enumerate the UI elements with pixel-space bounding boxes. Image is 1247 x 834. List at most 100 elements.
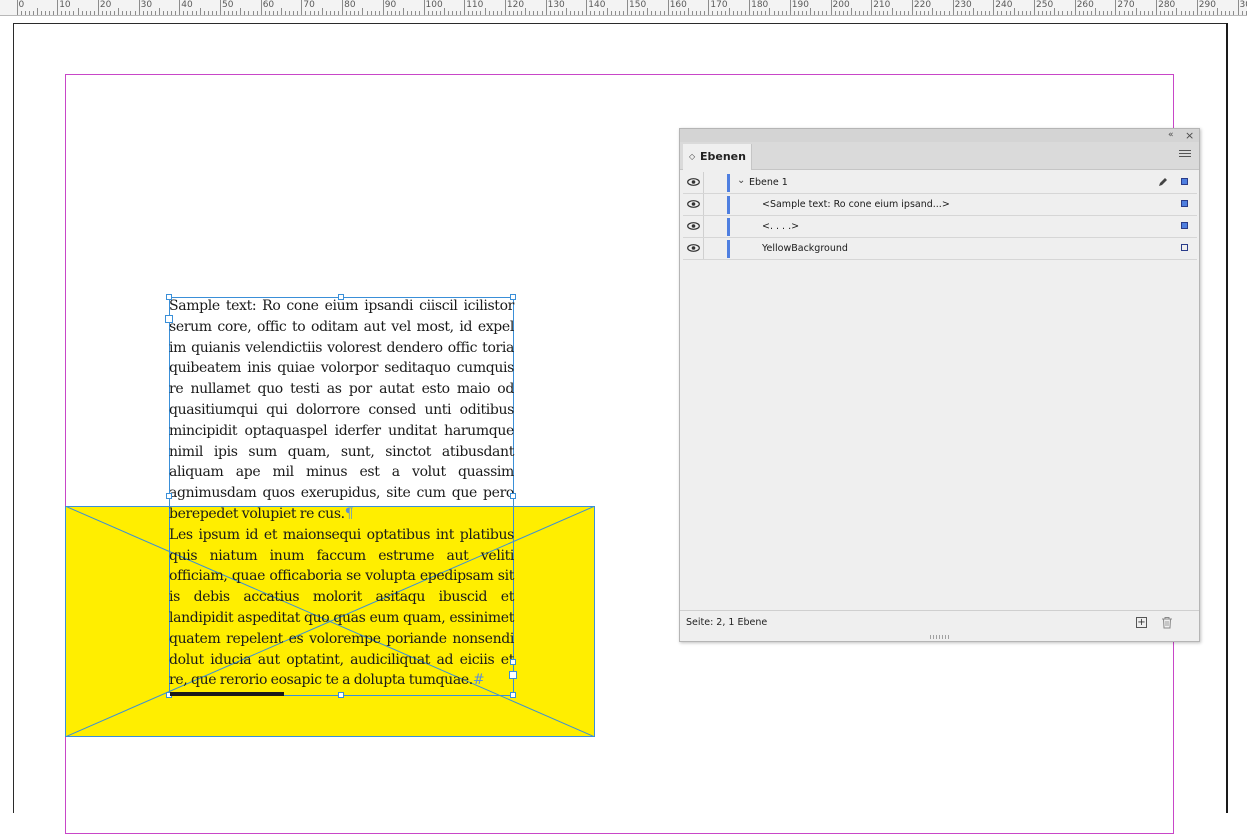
ruler-minor-tick	[688, 8, 689, 15]
ruler-major-tick	[668, 0, 669, 15]
ruler-minor-tick	[53, 11, 54, 15]
handle-middle-right[interactable]	[510, 493, 516, 499]
lock-column[interactable]	[703, 238, 704, 259]
chevron-down-icon[interactable]: ⌄	[737, 175, 745, 186]
ruler-major-tick	[953, 0, 954, 15]
ruler-minor-tick	[69, 11, 70, 15]
text-in-port[interactable]	[165, 315, 173, 323]
ruler-minor-tick	[106, 11, 107, 15]
ruler-minor-tick	[676, 11, 677, 15]
ruler-minor-tick	[949, 11, 950, 15]
handle-top-right[interactable]	[510, 294, 516, 300]
ruler-minor-tick	[741, 11, 742, 15]
layer-row-yellowbackground[interactable]: YellowBackground	[683, 238, 1197, 260]
handle-middle-left[interactable]	[166, 493, 172, 499]
selection-square-icon[interactable]	[1181, 178, 1188, 185]
ruler-minor-tick	[163, 11, 164, 15]
ruler-minor-tick	[367, 11, 368, 15]
ruler-label: 50	[222, 0, 233, 11]
horizontal-ruler[interactable]: 0102030405060708090100110120130140150160…	[0, 0, 1247, 16]
layer-row-dots[interactable]: <. . . .>	[683, 216, 1197, 238]
layers-panel[interactable]: « × ◇ Ebenen ⌄ Ebene 1 <Sample text: Ro …	[679, 128, 1200, 642]
ruler-major-tick	[1115, 0, 1116, 15]
eye-icon[interactable]	[687, 243, 700, 253]
ruler-minor-tick	[403, 8, 404, 15]
layer-name[interactable]: <Sample text: Ro cone eium ipsand...>	[762, 194, 950, 215]
ruler-minor-tick	[647, 8, 648, 15]
ruler-minor-tick	[358, 11, 359, 15]
ruler-minor-tick	[456, 11, 457, 15]
ruler-minor-tick	[1205, 11, 1206, 15]
layer-color-swatch	[727, 174, 730, 192]
collapse-panel-icon[interactable]: «	[1168, 129, 1174, 142]
close-panel-icon[interactable]: ×	[1185, 129, 1194, 142]
tab-options-icon[interactable]: ◇	[689, 144, 695, 170]
eye-icon[interactable]	[687, 199, 700, 209]
layer-name[interactable]: YellowBackground	[762, 238, 848, 259]
selection-square-icon[interactable]	[1181, 244, 1188, 251]
ruler-major-tick	[1197, 0, 1198, 15]
handle-bottom-right[interactable]	[510, 692, 516, 698]
ruler-label: 80	[344, 0, 355, 11]
handle-overset-small[interactable]	[510, 659, 516, 665]
ruler-major-tick	[1156, 0, 1157, 15]
ruler-minor-tick	[143, 11, 144, 15]
ruler-minor-tick	[78, 8, 79, 15]
ruler-minor-tick	[322, 8, 323, 15]
ruler-major-tick	[383, 0, 384, 15]
lock-column[interactable]	[703, 172, 704, 193]
ruler-minor-tick	[525, 8, 526, 15]
page-layer-status: Seite: 2, 1 Ebene	[686, 611, 767, 635]
lock-column[interactable]	[703, 194, 704, 215]
eye-icon[interactable]	[687, 177, 700, 187]
ruler-minor-tick	[509, 11, 510, 15]
ruler-minor-tick	[452, 11, 453, 15]
ruler-minor-tick	[1140, 11, 1141, 15]
ruler-minor-tick	[297, 11, 298, 15]
layer-color-swatch	[727, 240, 730, 258]
text-out-port[interactable]	[509, 671, 517, 679]
tab-ebenen[interactable]: ◇ Ebenen	[683, 144, 752, 170]
ruler-minor-tick	[774, 11, 775, 15]
eye-icon[interactable]	[687, 221, 700, 231]
ruler-minor-tick	[269, 11, 270, 15]
ruler-minor-tick	[1111, 11, 1112, 15]
lock-column[interactable]	[703, 216, 704, 237]
ruler-minor-tick	[782, 11, 783, 15]
ruler-minor-tick	[29, 11, 30, 15]
panel-resize-grip[interactable]	[930, 635, 950, 639]
ruler-minor-tick	[1213, 11, 1214, 15]
ruler-minor-tick	[90, 11, 91, 15]
ruler-minor-tick	[883, 11, 884, 15]
ruler-minor-tick	[330, 11, 331, 15]
ruler-minor-tick	[82, 11, 83, 15]
ruler-minor-tick	[643, 11, 644, 15]
panel-titlebar[interactable]: « ×	[680, 129, 1199, 142]
ruler-minor-tick	[1030, 11, 1031, 15]
ruler-minor-tick	[1229, 11, 1230, 15]
layer-name[interactable]: Ebene 1	[749, 172, 788, 193]
ruler-minor-tick	[244, 11, 245, 15]
ruler-minor-tick	[558, 11, 559, 15]
handle-bottom-center[interactable]	[338, 692, 344, 698]
ruler-minor-tick	[806, 11, 807, 15]
new-layer-icon[interactable]: +	[1136, 617, 1147, 628]
pen-icon	[1157, 176, 1169, 188]
ruler-minor-tick	[118, 8, 119, 15]
selection-square-icon[interactable]	[1181, 222, 1188, 229]
handle-top-center[interactable]	[338, 294, 344, 300]
trash-icon[interactable]	[1161, 616, 1173, 629]
layer-name[interactable]: <. . . .>	[762, 216, 799, 237]
ruler-minor-tick	[537, 11, 538, 15]
ruler-minor-tick	[550, 11, 551, 15]
layer-row-ebene-1[interactable]: ⌄ Ebene 1	[683, 172, 1197, 194]
text-frame[interactable]: Sample text: Ro cone eium ipsandi ciisci…	[169, 296, 514, 691]
ruler-label: 10	[59, 0, 70, 11]
ruler-minor-tick	[310, 11, 311, 15]
layer-row-sample-text[interactable]: <Sample text: Ro cone eium ipsand...>	[683, 194, 1197, 216]
ruler-minor-tick	[631, 11, 632, 15]
panel-menu-icon[interactable]	[1179, 150, 1191, 160]
handle-top-left[interactable]	[166, 294, 172, 300]
ruler-major-tick	[749, 0, 750, 15]
selection-square-icon[interactable]	[1181, 200, 1188, 207]
